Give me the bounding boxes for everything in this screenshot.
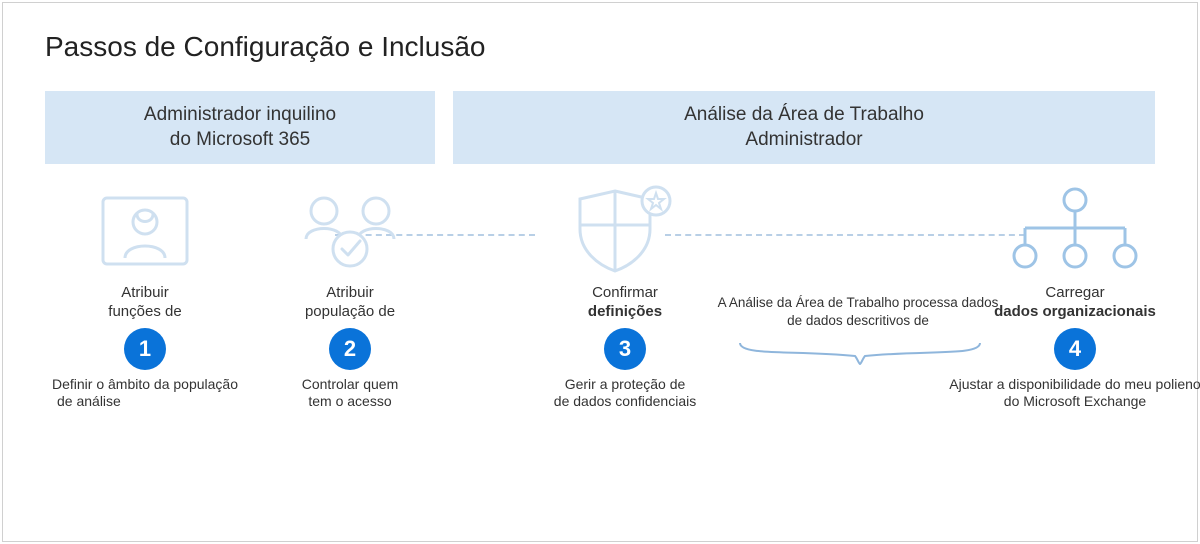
role-text: Análise da Área de Trabalho <box>471 103 1137 128</box>
step-number-badge: 1 <box>124 328 166 370</box>
step-desc: Controlar quem tem o acesso <box>250 376 450 411</box>
person-frame-icon <box>35 186 255 276</box>
step-desc: Gerir a proteção de de dados confidencia… <box>515 376 735 411</box>
step-title: Confirmar definições <box>515 284 735 322</box>
step-2: Atribuir população de 2 Controlar quem t… <box>250 186 450 411</box>
role-tenant-admin: Administrador inquilino do Microsoft 365 <box>45 91 435 164</box>
people-check-icon <box>250 186 450 276</box>
role-wpa-admin: Análise da Área de Trabalho Administrado… <box>453 91 1155 164</box>
role-headers: Administrador inquilino do Microsoft 365… <box>45 91 1155 164</box>
step-number-badge: 4 <box>1054 328 1096 370</box>
step-desc: Ajustar a disponibilidade do meu polieno… <box>945 376 1200 411</box>
role-text: do Microsoft 365 <box>63 128 417 153</box>
step-number-badge: 2 <box>329 328 371 370</box>
diagram-frame: Passos de Configuração e Inclusão Admini… <box>2 2 1198 542</box>
step-title: Carregar dados organizacionais <box>945 284 1200 322</box>
shield-star-icon <box>515 186 735 276</box>
step-3: Confirmar definições 3 Gerir a proteção … <box>515 186 735 411</box>
steps-row: Atribuir funções de 1 Definir o âmbito d… <box>45 186 1155 526</box>
org-chart-icon <box>945 186 1200 276</box>
role-text: Administrador <box>471 128 1137 153</box>
step-4: Carregar dados organizacionais 4 Ajustar… <box>945 186 1200 411</box>
step-title: Atribuir população de <box>250 284 450 322</box>
step-number-badge: 3 <box>604 328 646 370</box>
step-title: Atribuir funções de <box>35 284 255 322</box>
step-desc: Definir o âmbito da população de análise <box>35 376 255 411</box>
page-title: Passos de Configuração e Inclusão <box>45 31 1155 63</box>
role-text: Administrador inquilino <box>63 103 417 128</box>
step-1: Atribuir funções de 1 Definir o âmbito d… <box>35 186 255 411</box>
